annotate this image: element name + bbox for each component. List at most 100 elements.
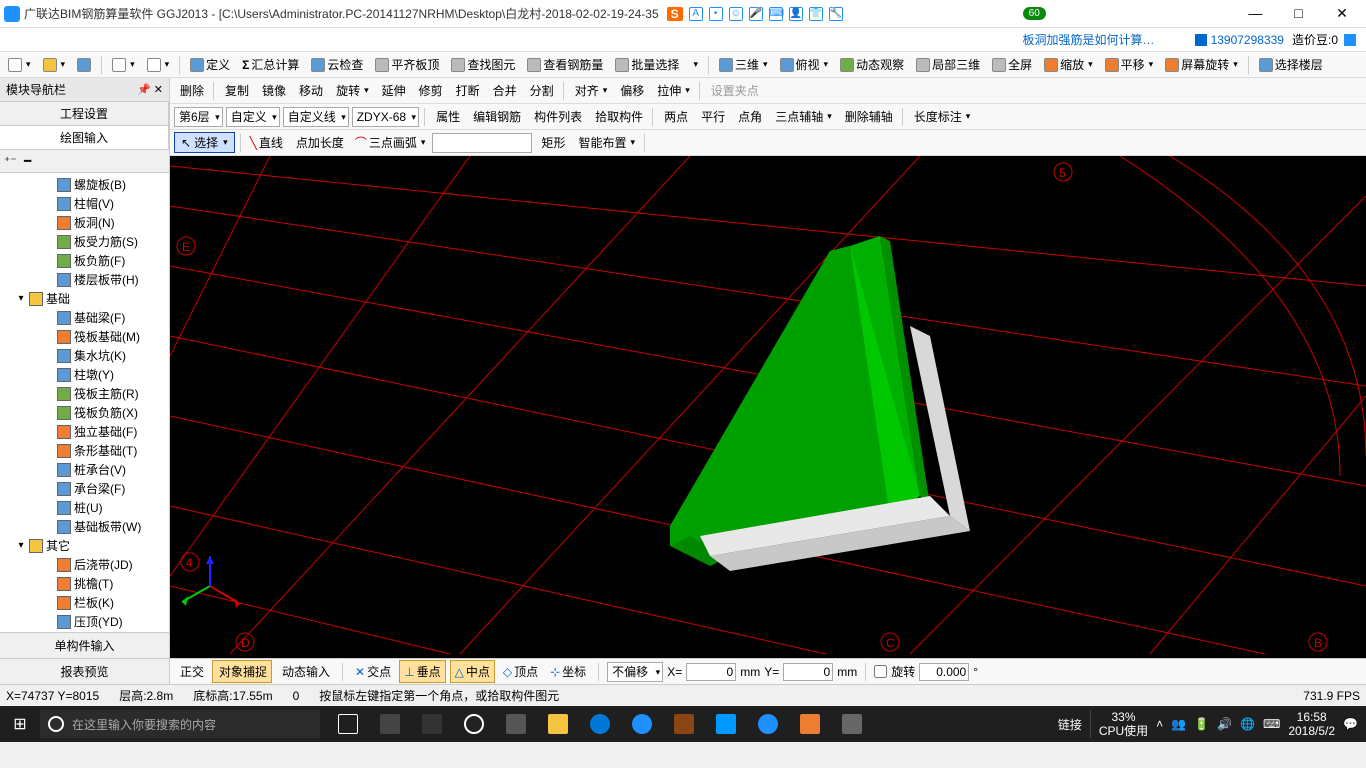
taskbar-edge-icon[interactable] — [580, 706, 620, 742]
mid-snap-button[interactable]: △中点 — [450, 660, 495, 683]
extend-button[interactable]: 延伸 — [376, 80, 410, 101]
tree-node[interactable]: 螺旋板(B) — [2, 175, 167, 194]
new-button[interactable]: ▾ — [4, 56, 35, 74]
clock-date[interactable]: 2018/5/2 — [1288, 724, 1335, 738]
ime-a-icon[interactable]: A — [689, 7, 703, 21]
top-view-button[interactable]: 俯视▾ — [776, 54, 833, 75]
tab-single-input[interactable]: 单构件输入 — [0, 632, 169, 658]
tab-report-preview[interactable]: 报表预览 — [0, 658, 169, 684]
tree-node[interactable]: 集水坑(K) — [2, 346, 167, 365]
tree-node[interactable]: 桩(U) — [2, 498, 167, 517]
trim-button[interactable]: 修剪 — [413, 80, 447, 101]
copy-button[interactable]: 复制 — [219, 80, 253, 101]
help-link[interactable]: 板洞加强筋是如何计算… — [1023, 31, 1155, 48]
fixpoint-button[interactable]: 设置夹点 — [705, 80, 763, 101]
ime-user-icon[interactable]: 👤 — [789, 7, 803, 21]
tree-node[interactable]: 板负筋(F) — [2, 251, 167, 270]
ime-shirt-icon[interactable]: 👕 — [809, 7, 823, 21]
tray-notif-icon[interactable]: 💬 — [1343, 717, 1358, 731]
taskbar-app-2[interactable] — [412, 706, 452, 742]
find-button[interactable]: 查找图元 — [447, 54, 519, 75]
view-rebar-button[interactable]: 查看钢筋量 — [523, 54, 607, 75]
tree-node[interactable]: ▾基础 — [2, 289, 167, 308]
tree-node[interactable]: 筏板基础(M) — [2, 327, 167, 346]
taskbar-ie-icon[interactable] — [622, 706, 662, 742]
select-floor-button[interactable]: 选择楼层 — [1255, 54, 1327, 75]
tray-net-icon[interactable]: 🌐 — [1240, 717, 1255, 731]
coord-snap-button[interactable]: ⊹坐标 — [546, 661, 590, 682]
batch-select-button[interactable]: 批量选择 — [611, 54, 683, 75]
redo-button[interactable]: ▾ — [143, 56, 174, 74]
split-button[interactable]: 分割 — [524, 80, 558, 101]
perp-snap-button[interactable]: ⊥垂点 — [399, 660, 445, 683]
merge-button[interactable]: 合并 — [487, 80, 521, 101]
dyn-view-button[interactable]: 动态观察 — [836, 54, 908, 75]
screen-rotate-button[interactable]: 屏幕旋转▾ — [1161, 54, 1242, 75]
user-id[interactable]: 13907298339 — [1211, 33, 1284, 47]
align-button[interactable]: 对齐▾ — [569, 80, 612, 101]
tab-project-settings[interactable]: 工程设置 — [0, 102, 169, 125]
taskbar-app-3[interactable] — [496, 706, 536, 742]
rotate-check[interactable] — [874, 665, 887, 678]
save-button[interactable] — [73, 56, 95, 74]
tray-ime-icon[interactable]: ⌨ — [1263, 717, 1280, 731]
fullscreen-button[interactable]: 全屏 — [988, 54, 1036, 75]
local-3d-button[interactable]: 局部三维 — [912, 54, 984, 75]
ime-face-icon[interactable]: ☺ — [729, 7, 743, 21]
model-tree[interactable]: 螺旋板(B)柱帽(V)板洞(N)板受力筋(S)板负筋(F)楼层板带(H)▾基础基… — [0, 173, 169, 632]
offset-button[interactable]: 偏移 — [614, 80, 648, 101]
tray-battery-icon[interactable]: 🔋 — [1194, 717, 1209, 731]
mirror-button[interactable]: 镜像 — [256, 80, 290, 101]
tree-expand-icon[interactable]: ⁺⁻ — [4, 154, 18, 168]
tree-node[interactable]: 板受力筋(S) — [2, 232, 167, 251]
tray-link[interactable]: 链接 — [1058, 716, 1082, 733]
select-tool-button[interactable]: ↖选择▾ — [174, 132, 235, 153]
tray-people-icon[interactable]: 👥 — [1171, 717, 1186, 731]
tree-node[interactable]: 条形基础(T) — [2, 441, 167, 460]
taskbar-app-8[interactable] — [832, 706, 872, 742]
taskbar-app-1[interactable] — [370, 706, 410, 742]
tray-up-icon[interactable]: ˄ — [1156, 717, 1163, 731]
taskbar-folder-icon[interactable] — [538, 706, 578, 742]
two-point-button[interactable]: 两点 — [658, 106, 692, 127]
tree-node[interactable]: 基础板带(W) — [2, 517, 167, 536]
y-input[interactable] — [783, 663, 833, 681]
type-select[interactable]: 自定义线 — [283, 107, 349, 127]
taskbar-browser-icon[interactable] — [454, 706, 494, 742]
rotate-input[interactable] — [919, 663, 969, 681]
extra-button[interactable] — [650, 141, 658, 145]
dyninput-button[interactable]: 动态输入 — [276, 661, 334, 682]
undo-button[interactable]: ▾ — [108, 56, 139, 74]
tray-vol-icon[interactable]: 🔊 — [1217, 717, 1232, 731]
3d-button[interactable]: 三维▾ — [715, 54, 772, 75]
taskbar-app-5[interactable] — [706, 706, 746, 742]
component-list-button[interactable]: 构件列表 — [528, 106, 586, 127]
green-badge[interactable]: 60 — [1023, 7, 1046, 20]
search-box[interactable]: 在这里输入你要搜索的内容 — [40, 710, 320, 738]
rotate-button[interactable]: 旋转▾ — [330, 80, 373, 101]
open-button[interactable]: ▾ — [39, 56, 70, 74]
tree-node[interactable]: 栏板(K) — [2, 593, 167, 612]
sum-button[interactable]: Σ汇总计算 — [238, 54, 303, 75]
arc3-button[interactable]: ⌒三点画弧▾ — [351, 132, 430, 153]
tree-node[interactable]: 基础梁(F) — [2, 308, 167, 327]
maximize-button[interactable]: □ — [1279, 5, 1319, 21]
ime-badge[interactable]: S — [667, 7, 683, 21]
dim-length-button[interactable]: 长度标注▾ — [908, 106, 975, 127]
delete-aux-button[interactable]: 删除辅轴 — [839, 106, 897, 127]
line-button[interactable]: ╲直线 — [246, 132, 287, 153]
code-select[interactable]: ZDYX-68 — [352, 107, 419, 127]
define-button[interactable]: 定义 — [186, 54, 234, 75]
viewport-3d[interactable]: E 4 5 D C B — [170, 156, 1366, 658]
tree-collapse-icon[interactable]: ━ — [24, 154, 38, 168]
property-button[interactable]: 属性 — [430, 106, 464, 127]
tree-node[interactable]: 独立基础(F) — [2, 422, 167, 441]
move-button[interactable]: 移动 — [293, 80, 327, 101]
tree-node[interactable]: 楼层板带(H) — [2, 270, 167, 289]
tree-node[interactable]: 柱墩(Y) — [2, 365, 167, 384]
ime-kbd-icon[interactable]: ⌨ — [769, 7, 783, 21]
offset-mode-select[interactable]: 不偏移 — [607, 662, 663, 682]
tree-node[interactable]: 板洞(N) — [2, 213, 167, 232]
rect-button[interactable]: 矩形 — [535, 132, 569, 153]
start-button[interactable]: ⊞ — [0, 714, 40, 734]
